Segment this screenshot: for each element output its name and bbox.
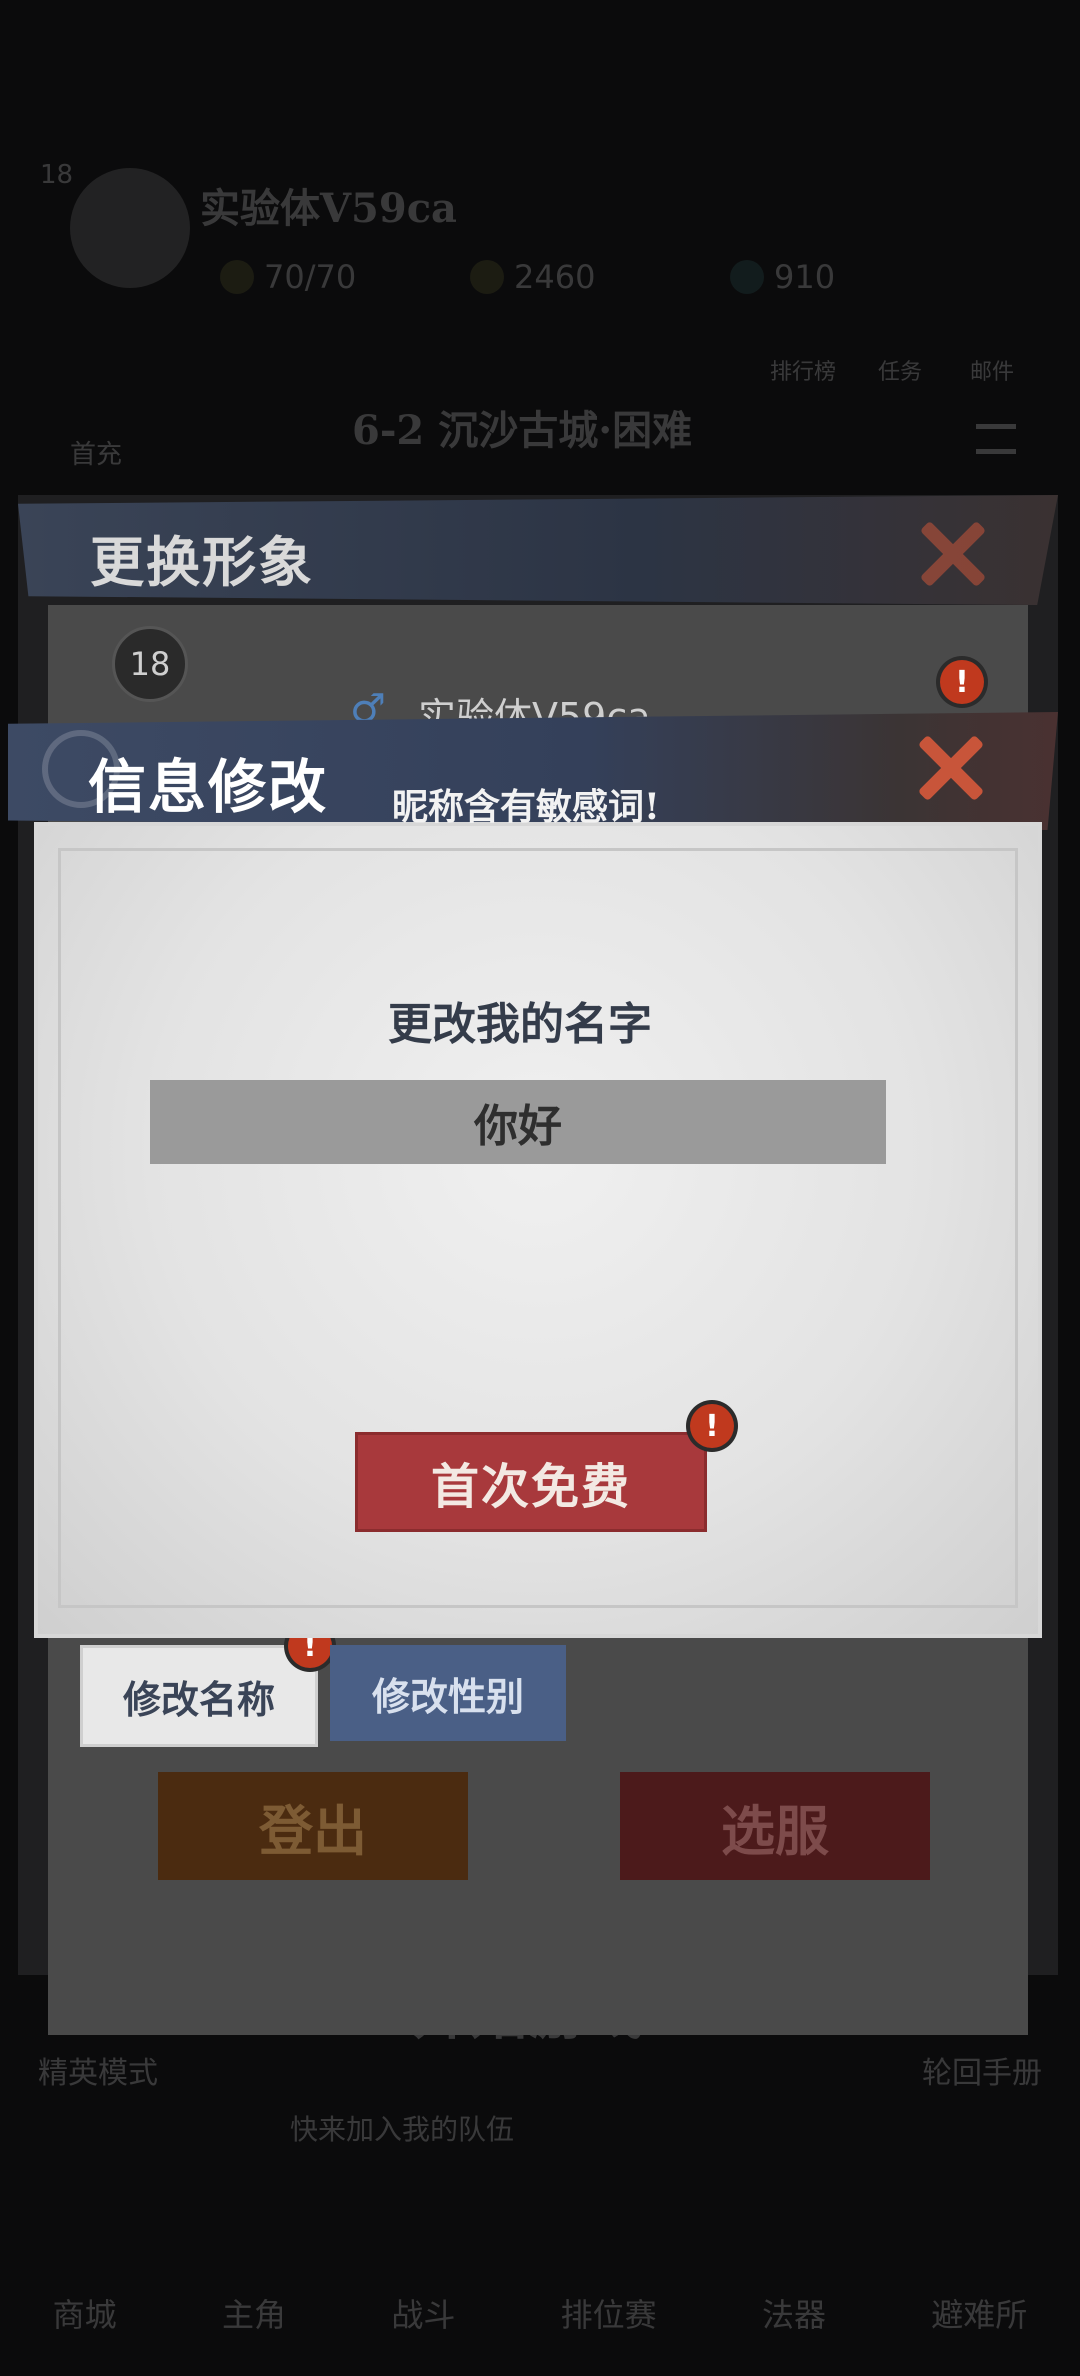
logout-button[interactable]: 登出 [158, 1772, 468, 1880]
nav-ranked[interactable]: 排位赛 [561, 2290, 657, 2336]
nav-shop[interactable]: 商城 [53, 2290, 117, 2336]
stat-stamina: 70/70 [220, 258, 356, 296]
appearance-level: 18 [129, 645, 171, 683]
nav-bar: 商城 主角 战斗 排位赛 法器 避难所 [0, 2290, 1080, 2336]
appearance-title: 更换形象 [90, 530, 314, 594]
appearance-close-icon[interactable] [912, 514, 992, 594]
gold-value: 2460 [514, 258, 596, 296]
appearance-level-badge: 18 [112, 626, 188, 702]
nav-artifact[interactable]: 法器 [762, 2290, 826, 2336]
select-server-button[interactable]: 选服 [620, 1772, 930, 1880]
stat-gold: 2460 [470, 258, 595, 296]
change-name-label: 更改我的名字 [388, 999, 652, 1050]
modal-close-icon[interactable] [910, 728, 990, 808]
modal-title: 信息修改 [88, 753, 329, 821]
handbook-label[interactable]: 轮回手册 [922, 2048, 1042, 2092]
stamina-value: 70/70 [264, 258, 357, 296]
stage-title[interactable]: 6-2 沉沙古城·困难 [352, 398, 692, 456]
tab-edit-gender[interactable]: 修改性别 [330, 1645, 566, 1741]
confirm-alert-badge-icon: ! [690, 1404, 734, 1448]
appearance-alert-badge-icon: ! [940, 660, 984, 704]
gem-value: 910 [774, 258, 836, 296]
stamina-icon [220, 260, 254, 294]
nav-battle[interactable]: 战斗 [391, 2290, 455, 2336]
nav-shelter[interactable]: 避难所 [931, 2290, 1027, 2336]
first-free-button[interactable]: 首次免费 [355, 1432, 707, 1532]
gem-icon [730, 260, 764, 294]
top-icon-mail[interactable]: 邮件 [970, 354, 1014, 386]
stat-gem: 910 [730, 258, 835, 296]
name-input[interactable] [150, 1080, 886, 1164]
first-charge-label[interactable]: 首充 [70, 434, 122, 471]
nav-hero[interactable]: 主角 [222, 2290, 286, 2336]
top-icon-task[interactable]: 任务 [878, 354, 922, 386]
menu-icon[interactable] [976, 424, 1016, 454]
sensitive-word-warning: 昵称含有敏感词! [392, 786, 660, 828]
elite-mode-label[interactable]: 精英模式 [38, 2048, 158, 2092]
chat-message: 快来加入我的队伍 [290, 2113, 515, 2146]
tab-edit-name[interactable]: 修改名称 [80, 1645, 318, 1747]
player-name: 实验体V59ca [200, 185, 457, 232]
player-avatar [70, 168, 190, 288]
top-icon-ranking[interactable]: 排行榜 [770, 354, 836, 386]
player-level: 18 [40, 160, 74, 190]
gold-icon [470, 260, 504, 294]
